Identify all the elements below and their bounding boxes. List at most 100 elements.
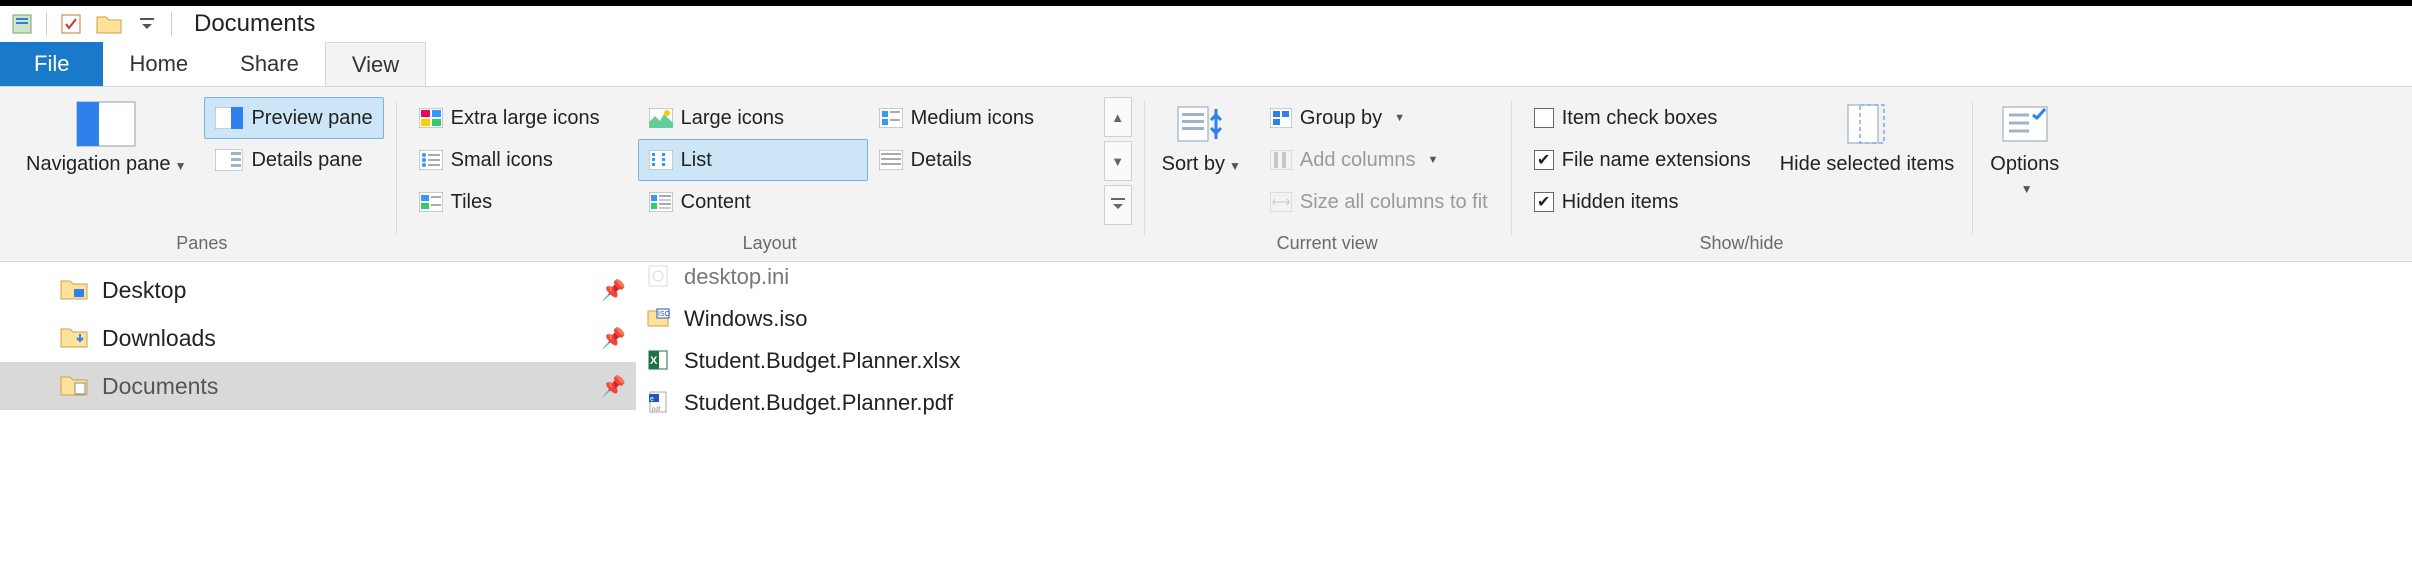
layout-gallery: Extra large icons Large icons Medium ico…	[408, 97, 1098, 225]
sort-icon	[1176, 101, 1226, 147]
tiles-icon	[419, 192, 443, 212]
titlebar: Documents	[0, 0, 2412, 42]
large-icons-icon	[649, 108, 673, 128]
pin-icon: 📌	[601, 278, 626, 303]
group-by-button[interactable]: Group by▼	[1259, 97, 1499, 139]
nav-item-documents[interactable]: Documents 📌	[0, 362, 636, 410]
checkbox-checked-icon: ✔	[1534, 192, 1554, 212]
app-icon	[8, 10, 36, 38]
layout-tiles[interactable]: Tiles	[408, 181, 638, 223]
tab-file[interactable]: File	[0, 42, 103, 86]
checkbox-checked-icon: ✔	[1534, 150, 1554, 170]
nav-item-desktop[interactable]: Desktop 📌	[0, 266, 636, 314]
qat-separator	[46, 12, 47, 36]
navigation-pane-label: Navigation pane	[26, 153, 171, 175]
current-view-group-label: Current view	[1277, 233, 1378, 257]
details-icon	[879, 150, 903, 170]
content-area: Desktop 📌 Downloads 📌 Documents 📌 deskto…	[0, 262, 2412, 424]
layout-list[interactable]: List	[638, 139, 868, 181]
layout-gallery-scroll: ▲ ▼	[1104, 97, 1132, 225]
ribbon-group-options: Options▼	[1972, 97, 2077, 257]
navigation-tree: Desktop 📌 Downloads 📌 Documents 📌	[0, 262, 636, 424]
show-hide-group-label: Show/hide	[1699, 233, 1783, 257]
iso-file-icon: ISO	[646, 306, 672, 332]
list-icon	[649, 150, 673, 170]
hide-selected-items-button[interactable]: Hide selected items	[1774, 97, 1961, 180]
chevron-down-icon: ▼	[175, 159, 187, 173]
extra-large-icons-icon	[419, 108, 443, 128]
layout-details[interactable]: Details	[868, 139, 1098, 181]
add-columns-button: Add columns▼	[1259, 139, 1499, 181]
file-item[interactable]: epdf Student.Budget.Planner.pdf	[636, 382, 2412, 424]
file-list: desktop.ini ISO Windows.iso X Student.Bu…	[636, 262, 2412, 424]
svg-text:e: e	[650, 396, 654, 403]
gallery-expand[interactable]	[1104, 185, 1132, 225]
group-by-icon	[1270, 108, 1292, 128]
gallery-scroll-down[interactable]: ▼	[1104, 141, 1132, 181]
file-item[interactable]: X Student.Budget.Planner.xlsx	[636, 340, 2412, 382]
hide-selected-icon	[1842, 101, 1892, 147]
layout-group-label: Layout	[743, 233, 797, 257]
nav-item-downloads[interactable]: Downloads 📌	[0, 314, 636, 362]
file-item[interactable]: ISO Windows.iso	[636, 298, 2412, 340]
preview-pane-button[interactable]: Preview pane	[204, 97, 383, 139]
xlsx-file-icon: X	[646, 348, 672, 374]
size-columns-icon	[1270, 192, 1292, 212]
item-check-boxes-toggle[interactable]: Item check boxes	[1523, 97, 1762, 139]
pin-icon: 📌	[601, 374, 626, 399]
layout-small-icons[interactable]: Small icons	[408, 139, 638, 181]
ribbon-group-show-hide: Item check boxes ✔ File name extensions …	[1511, 97, 1973, 257]
details-pane-button[interactable]: Details pane	[204, 139, 383, 181]
file-item[interactable]: desktop.ini	[636, 256, 2412, 298]
chevron-down-icon: ▼	[1428, 154, 1439, 166]
options-icon	[1999, 101, 2051, 147]
preview-pane-icon	[215, 107, 243, 129]
options-button[interactable]: Options▼	[1984, 97, 2065, 203]
file-name-extensions-toggle[interactable]: ✔ File name extensions	[1523, 139, 1762, 181]
pdf-file-icon: e pdf	[646, 390, 672, 416]
qat-properties-icon[interactable]	[57, 10, 85, 38]
chevron-down-icon: ▼	[1394, 112, 1405, 124]
details-pane-icon	[215, 149, 243, 171]
preview-pane-label: Preview pane	[251, 107, 372, 130]
folder-desktop-icon	[60, 277, 88, 303]
folder-downloads-icon	[60, 325, 88, 351]
medium-icons-icon	[879, 108, 903, 128]
layout-extra-large-icons[interactable]: Extra large icons	[408, 97, 638, 139]
hidden-items-toggle[interactable]: ✔ Hidden items	[1523, 181, 1762, 223]
add-columns-icon	[1270, 150, 1292, 170]
ribbon-tabs: File Home Share View	[0, 42, 2412, 86]
ribbon: Navigation pane ▼ Preview pane Details pa…	[0, 86, 2412, 262]
details-pane-label: Details pane	[251, 149, 362, 172]
ribbon-group-layout: Extra large icons Large icons Medium ico…	[396, 97, 1144, 257]
ribbon-group-current-view: Sort by▼ Group by▼ Add columns▼ Size all…	[1144, 97, 1511, 257]
window-title: Documents	[194, 10, 315, 38]
ribbon-group-panes: Navigation pane ▼ Preview pane Details pa…	[8, 97, 396, 257]
checkbox-icon	[1534, 108, 1554, 128]
navigation-pane-button[interactable]: Navigation pane ▼	[20, 97, 192, 180]
gallery-scroll-up[interactable]: ▲	[1104, 97, 1132, 137]
svg-text:pdf: pdf	[652, 407, 661, 413]
tab-view[interactable]: View	[325, 42, 426, 86]
chevron-down-icon: ▼	[2021, 182, 2033, 196]
folder-icon	[95, 10, 123, 38]
sort-by-button[interactable]: Sort by▼	[1156, 97, 1247, 180]
size-all-columns-button: Size all columns to fit	[1259, 181, 1499, 223]
svg-text:ISO: ISO	[658, 311, 670, 318]
qat-dropdown-icon[interactable]	[133, 10, 161, 38]
layout-medium-icons[interactable]: Medium icons	[868, 97, 1098, 139]
layout-large-icons[interactable]: Large icons	[638, 97, 868, 139]
tab-share[interactable]: Share	[214, 42, 325, 86]
folder-documents-icon	[60, 373, 88, 399]
title-separator	[171, 12, 172, 36]
layout-content[interactable]: Content	[638, 181, 868, 223]
navigation-pane-icon	[76, 101, 136, 147]
pin-icon: 📌	[601, 326, 626, 351]
small-icons-icon	[419, 150, 443, 170]
ini-file-icon	[646, 264, 672, 290]
tab-home[interactable]: Home	[103, 42, 214, 86]
panes-group-label: Panes	[176, 233, 227, 257]
content-icon	[649, 192, 673, 212]
svg-text:X: X	[650, 355, 658, 367]
chevron-down-icon: ▼	[1229, 159, 1241, 173]
